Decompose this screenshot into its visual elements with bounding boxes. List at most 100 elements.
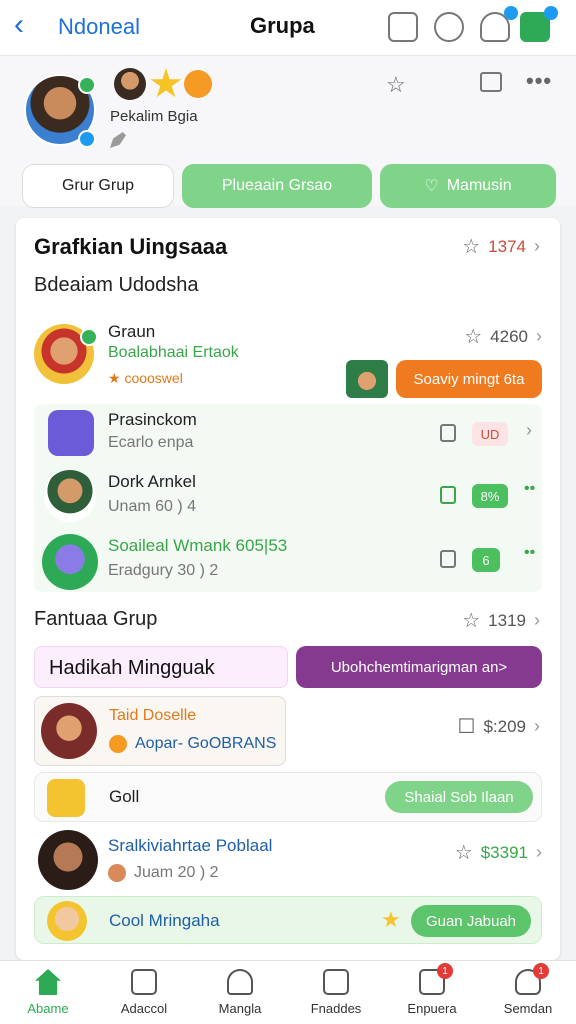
star-icon: ★ — [381, 907, 401, 932]
notification-badge: 1 — [437, 963, 453, 979]
section2-title: Fantuaa Grup — [34, 608, 158, 630]
row-count: ☐ $:209 › — [457, 716, 540, 738]
sub-list: Prasinckom Ecarlo enpa UD › Dork Arnkel … — [34, 404, 542, 592]
verified-badge-icon — [78, 130, 96, 148]
join-button[interactable]: Soaviy mingt 6ta — [396, 360, 542, 398]
notification-badge: 1 — [533, 963, 549, 979]
purple-action-button[interactable]: Ubohchemtimarigman an> — [296, 646, 542, 688]
chevron-right-icon: › — [536, 326, 542, 346]
share-icon[interactable] — [388, 12, 418, 42]
nav-label: Semdan — [503, 1001, 553, 1016]
row-title: Goll — [109, 787, 140, 806]
join-button[interactable]: Guan Jabuah — [411, 905, 531, 937]
chevron-right-icon: › — [526, 420, 532, 440]
folder-icon[interactable] — [480, 72, 502, 92]
list-item[interactable]: Graun Boalabhaai Ertaok ★ coooswel ☆ 426… — [34, 318, 542, 402]
list-item[interactable]: Goll Shaial Sob Ilaan — [34, 772, 542, 822]
note-icon — [440, 486, 456, 504]
group-avatar — [38, 830, 98, 890]
row-count: ☆ $3391 › — [454, 842, 542, 864]
star-badge-icon[interactable] — [480, 6, 518, 42]
row-title: Sralkiviahrtae Poblaal — [108, 836, 273, 855]
list-item[interactable]: Taid Doselle Aopar- GoOBRANS — [34, 696, 286, 766]
chevron-right-icon: › — [536, 842, 542, 862]
nav-item-fnaddes[interactable]: Fnaddes — [288, 969, 384, 1016]
online-badge-icon — [80, 328, 98, 346]
row-subtitle: Juam 20 ) 2 — [134, 864, 219, 881]
section-subtitle: Bdeaiam Udodsha — [34, 274, 199, 296]
stats-icon — [131, 969, 157, 995]
coin-icon — [109, 735, 127, 753]
status-badge: 8% — [472, 484, 508, 508]
list-item[interactable]: Sralkiviahrtae Poblaal Juam 20 ) 2 ☆ $33… — [34, 828, 542, 892]
nav-label: Enpuera — [407, 1001, 457, 1016]
home-icon — [35, 969, 61, 995]
nav-item-enpuera[interactable]: 1 Enpuera — [384, 963, 480, 1016]
row-subtitle: Ecarlo enpa — [108, 434, 194, 451]
row-subtitle: Aopar- GoOBRANS — [135, 735, 277, 752]
more-icon[interactable]: ••• — [526, 68, 552, 94]
nav-item-adaccol[interactable]: Adaccol — [96, 969, 192, 1016]
favorite-star-icon[interactable]: ☆ — [386, 72, 406, 98]
row-title: Cool Mringaha — [109, 911, 220, 930]
group-avatar — [48, 410, 94, 456]
edit-icon[interactable] — [110, 132, 126, 148]
share-button[interactable]: Shaial Sob Ilaan — [385, 781, 533, 813]
star-outline-icon: ☆ — [462, 610, 481, 632]
chat-icon: 1 — [515, 963, 549, 995]
emoji-icon[interactable] — [434, 12, 464, 42]
chevron-right-icon: › — [534, 610, 540, 630]
nav-label: Abame — [27, 1001, 69, 1016]
heart-icon: ♡ — [424, 178, 439, 195]
list-item[interactable]: Prasinckom Ecarlo enpa UD › — [34, 404, 542, 464]
note-icon — [440, 550, 456, 568]
groups-card: Grafkian Uingsaaa ☆ 1374 › Bdeaiam Udods… — [16, 218, 560, 960]
nav-item-mangla[interactable]: Mangla — [192, 969, 288, 1016]
back-label[interactable]: Ndoneal — [58, 14, 140, 40]
group-avatar — [47, 901, 87, 941]
tab-mamusin-label: Mamusin — [446, 177, 512, 194]
highlight-banner[interactable]: Hadikah Mingguak — [34, 646, 288, 688]
tab-plueaain-grsao[interactable]: Plueaain Grsao — [182, 164, 372, 208]
row-rating: ★ coooswel — [108, 370, 183, 386]
section-count[interactable]: ☆ 1374 › — [462, 234, 540, 259]
list-item[interactable]: Soaileal Wmank 605|53 Eradgury 30 ) 2 6 … — [34, 530, 542, 590]
section-title: Grafkian Uingsaaa — [34, 234, 228, 259]
nav-label: Adaccol — [120, 1001, 168, 1016]
row-title: Dork Arnkel — [108, 472, 196, 491]
tab-grur-grup[interactable]: Grur Grup — [22, 164, 174, 208]
bottom-navigation: Abame Adaccol Mangla Fnaddes 1 Enpuera 1… — [0, 960, 576, 1024]
row-subtitle: Eradgury 30 ) 2 — [108, 562, 219, 579]
page-title: Grupa — [250, 13, 315, 38]
row-subtitle: Boalabhaai Ertaok — [108, 344, 239, 361]
tab-mamusin[interactable]: ♡ Mamusin — [380, 164, 556, 208]
row-title: Soaileal Wmank 605|53 — [108, 536, 288, 555]
nav-item-abame[interactable]: Abame — [0, 969, 96, 1016]
chevron-right-icon: › — [534, 236, 540, 256]
badge-icon — [227, 969, 253, 995]
app-icon[interactable] — [520, 6, 558, 42]
more-icon[interactable]: •• — [524, 544, 535, 562]
coin-icon — [184, 70, 212, 98]
star-icon — [150, 68, 182, 98]
badge-icon: ☆ — [454, 842, 473, 864]
back-chevron-icon[interactable]: ‹ — [14, 10, 24, 40]
section2-count[interactable]: ☆ 1319 › — [462, 608, 540, 633]
profile-name: Pekalim Bgia — [110, 108, 198, 125]
star-outline-icon: ☆ — [462, 236, 481, 258]
list-item[interactable]: Dork Arnkel Unam 60 ) 4 8% •• — [34, 466, 542, 526]
nav-item-semdan[interactable]: 1 Semdan — [480, 963, 576, 1016]
photo-icon — [323, 969, 349, 995]
nav-label: Fnaddes — [310, 1001, 362, 1016]
list-item[interactable]: Cool Mringaha ★ Guan Jabuah — [34, 896, 542, 944]
profile-section: Pekalim Bgia ☆ ••• Grur Grup Plueaain Gr… — [0, 56, 576, 208]
online-badge-icon — [78, 76, 96, 94]
more-icon[interactable]: •• — [524, 480, 535, 498]
top-bar: ‹ Ndoneal Grupa — [0, 0, 576, 56]
member-avatar[interactable] — [114, 68, 146, 100]
group-avatar — [42, 534, 98, 590]
nav-label: Mangla — [218, 1001, 262, 1016]
chevron-right-icon: › — [534, 716, 540, 736]
status-badge: UD — [472, 422, 508, 446]
group-avatar — [41, 703, 97, 759]
